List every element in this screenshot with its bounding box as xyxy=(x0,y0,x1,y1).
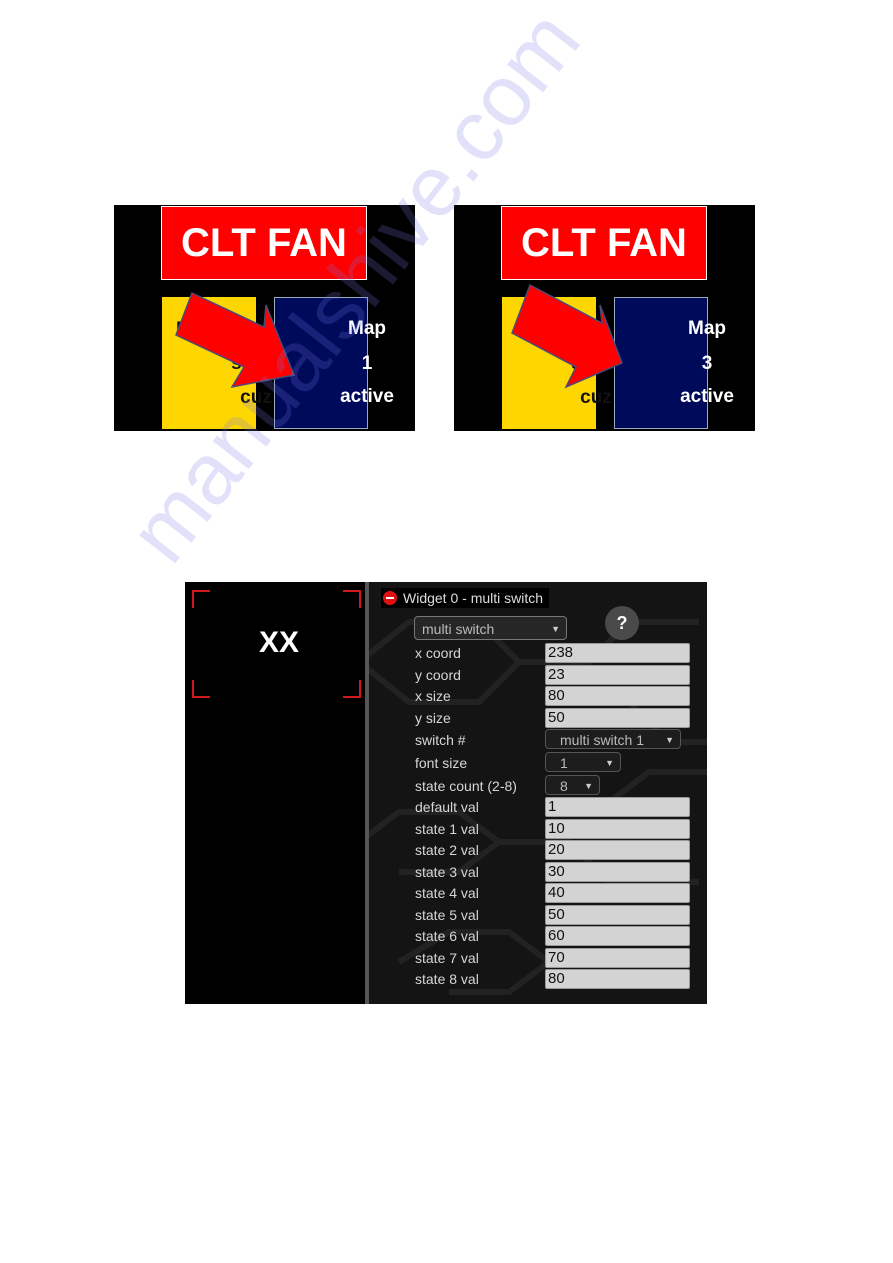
field-label: font size xyxy=(415,755,468,771)
state-5-val-input[interactable]: 50 xyxy=(545,905,690,925)
x-coord-input[interactable]: 238 xyxy=(545,643,690,663)
chevron-down-icon: ▼ xyxy=(665,735,674,745)
widget-preview[interactable]: XX xyxy=(185,582,365,1004)
x-size-input[interactable]: 80 xyxy=(545,686,690,706)
help-button[interactable]: ? xyxy=(605,606,639,640)
state-2-val-input[interactable]: 20 xyxy=(545,840,690,860)
switch-number-select[interactable]: multi switch 1 ▼ xyxy=(545,729,681,749)
y-coord-input[interactable]: 23 xyxy=(545,665,690,685)
field-label: state 2 val xyxy=(415,842,479,858)
widget-settings-panel: Widget 0 - multi switch multi switch ▼ ?… xyxy=(369,582,707,1004)
widget-title: Widget 0 - multi switch xyxy=(403,590,544,606)
selection-corner-bottom-right xyxy=(343,680,361,698)
field-label: state 8 val xyxy=(415,971,479,987)
state-1-val-input[interactable]: 10 xyxy=(545,819,690,839)
chevron-down-icon: ▼ xyxy=(605,758,614,768)
map-box-line-1: Map xyxy=(688,318,726,339)
clt-fan-banner: CLT FAN xyxy=(501,206,707,280)
map-status-box[interactable]: Map 3 active xyxy=(614,297,734,429)
y-size-input[interactable]: 50 xyxy=(545,708,690,728)
widget-header[interactable]: Widget 0 - multi switch xyxy=(381,588,550,608)
map-status-box[interactable]: Map 1 active xyxy=(274,297,394,429)
field-label: y coord xyxy=(415,667,461,683)
chevron-down-icon: ▼ xyxy=(584,781,593,791)
yellow-box-line-1: F xyxy=(176,319,188,340)
map-box-line-2: 3 xyxy=(701,353,713,374)
font-size-value: 1 xyxy=(560,755,568,771)
state-4-val-input[interactable]: 40 xyxy=(545,883,690,903)
map-box-line-3: active xyxy=(680,386,734,407)
chevron-down-icon: ▼ xyxy=(551,624,560,634)
field-label: state 6 val xyxy=(415,928,479,944)
map-box-line-3: active xyxy=(340,386,394,407)
default-val-input[interactable]: 1 xyxy=(545,797,690,817)
widget-editor: XX Widget 0 - multi switch multi switch … xyxy=(185,582,707,1004)
field-label: state 1 val xyxy=(415,821,479,837)
yellow-status-box: seato cuz xyxy=(502,297,621,429)
map-box-line-1: Map xyxy=(348,318,386,339)
state-8-val-input[interactable]: 80 xyxy=(545,969,690,989)
collapse-minus-icon[interactable] xyxy=(383,591,397,605)
field-label: x size xyxy=(415,688,451,704)
state-6-val-input[interactable]: 60 xyxy=(545,926,690,946)
state-count-value: 8 xyxy=(560,778,568,794)
selection-corner-top-left xyxy=(192,590,210,608)
yellow-status-box: F seato cuz xyxy=(162,297,281,429)
widget-type-select[interactable]: multi switch ▼ xyxy=(414,616,567,640)
font-size-select[interactable]: 1 ▼ xyxy=(545,752,621,772)
field-label: state count (2-8) xyxy=(415,778,517,794)
selection-corner-bottom-left xyxy=(192,680,210,698)
selection-corner-top-right xyxy=(343,590,361,608)
field-label: y size xyxy=(415,710,451,726)
widget-type-value: multi switch xyxy=(422,621,495,637)
field-label: state 7 val xyxy=(415,950,479,966)
map-box-line-2: 1 xyxy=(361,353,373,374)
field-label: state 4 val xyxy=(415,885,479,901)
field-label: x coord xyxy=(415,645,461,661)
state-3-val-input[interactable]: 30 xyxy=(545,862,690,882)
preview-text: XX xyxy=(258,626,300,659)
switch-number-value: multi switch 1 xyxy=(560,732,645,748)
field-label: state 5 val xyxy=(415,907,479,923)
field-label: state 3 val xyxy=(415,864,479,880)
state-7-val-input[interactable]: 70 xyxy=(545,948,690,968)
dash-screenshot-map-3: CLT FAN seato cuz Map 3 active xyxy=(454,205,755,431)
state-count-select[interactable]: 8 ▼ xyxy=(545,775,600,795)
field-label: switch # xyxy=(415,732,466,748)
dash-screenshot-map-1: CLT FAN F seato cuz Map 1 active xyxy=(114,205,415,431)
clt-fan-banner: CLT FAN xyxy=(161,206,367,280)
field-label: default val xyxy=(415,799,479,815)
